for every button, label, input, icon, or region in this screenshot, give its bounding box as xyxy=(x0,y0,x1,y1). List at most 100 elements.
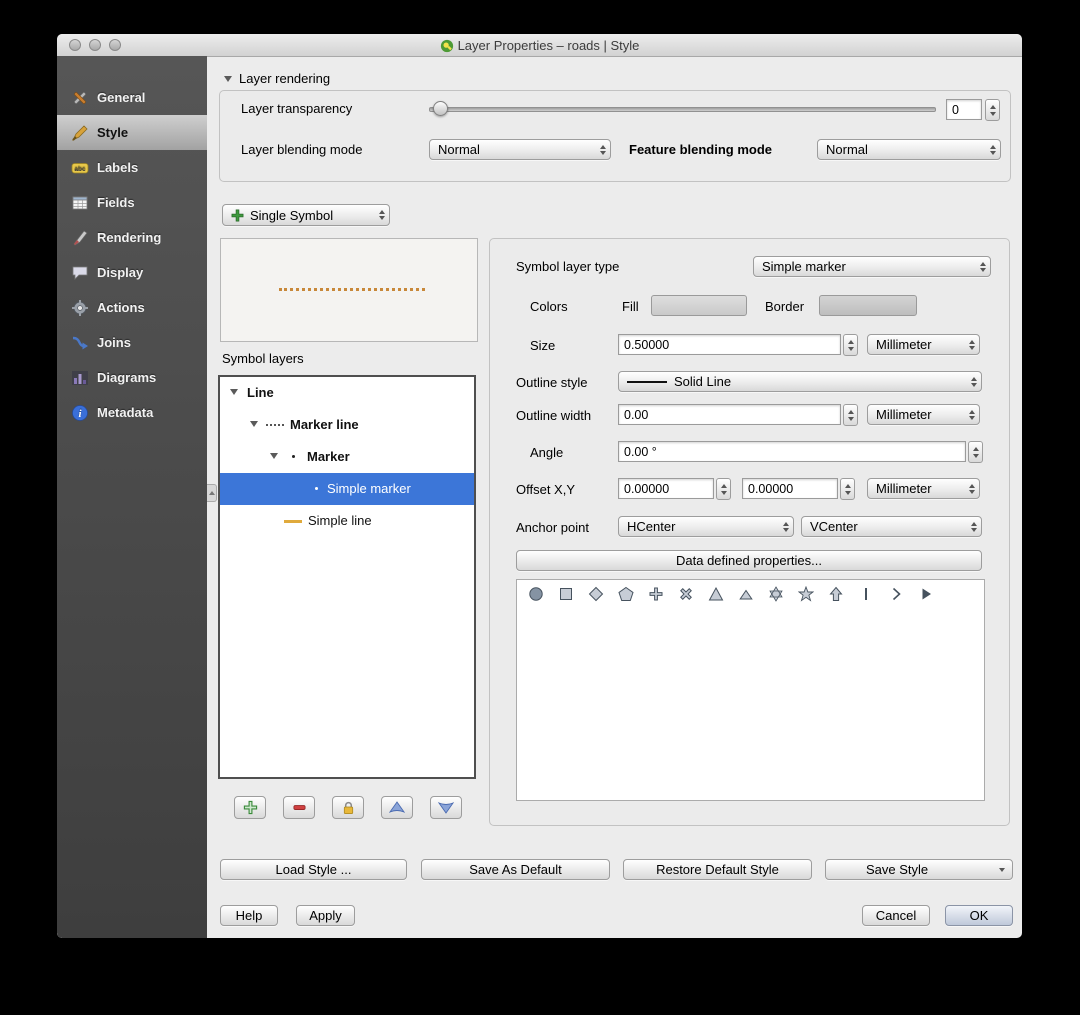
lock-color-button[interactable] xyxy=(332,796,364,819)
ok-button[interactable]: OK xyxy=(945,905,1013,926)
fill-color-swatch[interactable] xyxy=(651,295,747,316)
shape-vertical-line[interactable] xyxy=(857,585,874,602)
border-label: Border xyxy=(765,299,805,314)
symbol-layer-type-dropdown[interactable]: Simple marker xyxy=(753,256,991,277)
tree-disclosure-icon[interactable] xyxy=(230,389,238,395)
symbol-layers-tree: Line Marker line Marker Simple marker Si… xyxy=(218,375,476,779)
layer-blending-dropdown[interactable]: Normal xyxy=(429,139,611,160)
tree-disclosure-icon[interactable] xyxy=(270,453,278,459)
move-down-button[interactable] xyxy=(430,796,462,819)
add-symbol-layer-button[interactable] xyxy=(234,796,266,819)
marker-line-preview xyxy=(279,288,425,291)
offset-unit-dropdown[interactable]: Millimeter xyxy=(867,478,980,499)
solid-line-swatch-icon xyxy=(627,380,667,383)
sidebar-label: Metadata xyxy=(97,405,154,420)
outline-style-value: Solid Line xyxy=(674,374,732,389)
symbol-layer-type-value: Simple marker xyxy=(762,259,846,274)
size-stepper[interactable] xyxy=(843,334,858,356)
tree-item-line[interactable]: Line xyxy=(247,385,274,400)
symbol-layer-properties-group: Symbol layer type Simple marker Colors F… xyxy=(489,238,1010,826)
shape-cross[interactable] xyxy=(647,585,664,602)
angle-input[interactable]: 0.00 ° xyxy=(618,441,966,462)
dropdown-arrows-icon xyxy=(971,376,977,387)
transparency-slider[interactable] xyxy=(429,101,936,116)
cancel-button[interactable]: Cancel xyxy=(862,905,930,926)
move-up-button[interactable] xyxy=(381,796,413,819)
offset-y-stepper[interactable] xyxy=(840,478,855,500)
sidebar-item-fields[interactable]: Fields xyxy=(57,185,207,220)
shape-cross-x[interactable] xyxy=(677,585,694,602)
layer-rendering-header[interactable]: Layer rendering xyxy=(224,71,330,86)
shape-square[interactable] xyxy=(557,585,574,602)
anchor-h-dropdown[interactable]: HCenter xyxy=(618,516,794,537)
sidebar-item-style[interactable]: Style xyxy=(57,115,207,150)
help-button[interactable]: Help xyxy=(220,905,278,926)
sidebar-item-metadata[interactable]: i Metadata xyxy=(57,395,207,430)
apply-button[interactable]: Apply xyxy=(296,905,355,926)
arrow-up-icon xyxy=(389,801,405,813)
panel-collapse-handle[interactable] xyxy=(207,484,217,502)
tree-item-simple-line[interactable]: Simple line xyxy=(308,513,372,528)
tree-item-simple-marker[interactable]: Simple marker xyxy=(327,481,411,496)
sidebar-item-rendering[interactable]: Rendering xyxy=(57,220,207,255)
dropdown-arrows-icon xyxy=(969,339,975,350)
offset-x-stepper[interactable] xyxy=(716,478,731,500)
restore-default-label: Restore Default Style xyxy=(656,862,779,877)
tree-item-marker-line[interactable]: Marker line xyxy=(290,417,359,432)
offset-x-input[interactable]: 0.00000 xyxy=(618,478,714,499)
shape-chevron-right[interactable] xyxy=(887,585,904,602)
stepper-up-icon xyxy=(972,446,979,451)
tree-row[interactable]: Marker line xyxy=(220,409,474,441)
tree-row[interactable]: Line xyxy=(220,377,474,409)
feature-blending-dropdown[interactable]: Normal xyxy=(817,139,1001,160)
load-style-button[interactable]: Load Style ... xyxy=(220,859,407,880)
tree-row-selected[interactable]: Simple marker xyxy=(220,473,474,505)
sidebar-item-labels[interactable]: abc Labels xyxy=(57,150,207,185)
outline-width-stepper[interactable] xyxy=(843,404,858,426)
shape-filled-arrowhead[interactable] xyxy=(917,585,934,602)
border-color-swatch[interactable] xyxy=(819,295,917,316)
tree-item-marker[interactable]: Marker xyxy=(307,449,350,464)
offset-y-input[interactable]: 0.00000 xyxy=(742,478,838,499)
shape-diamond[interactable] xyxy=(587,585,604,602)
shape-regular-star[interactable] xyxy=(797,585,814,602)
symbol-layers-label: Symbol layers xyxy=(222,351,304,366)
outline-style-dropdown[interactable]: Solid Line xyxy=(618,371,982,392)
help-label: Help xyxy=(235,908,263,923)
save-style-button[interactable]: Save Style xyxy=(825,859,1013,880)
angle-stepper[interactable] xyxy=(968,441,983,463)
tree-row[interactable]: Marker xyxy=(220,441,474,473)
save-as-default-button[interactable]: Save As Default xyxy=(421,859,610,880)
tree-row[interactable]: Simple line xyxy=(220,505,474,537)
outline-width-input[interactable]: 0.00 xyxy=(618,404,841,425)
shape-equilateral-triangle[interactable] xyxy=(737,585,754,602)
dropdown-arrows-icon xyxy=(969,483,975,494)
shape-arrow-up[interactable] xyxy=(827,585,844,602)
sidebar-item-actions[interactable]: Actions xyxy=(57,290,207,325)
anchor-v-dropdown[interactable]: VCenter xyxy=(801,516,982,537)
sidebar-label: General xyxy=(97,90,146,105)
data-defined-properties-button[interactable]: Data defined properties... xyxy=(516,550,982,571)
transparency-stepper[interactable] xyxy=(985,99,1000,121)
shape-pentagon[interactable] xyxy=(617,585,634,602)
outline-width-unit-dropdown[interactable]: Millimeter xyxy=(867,404,980,425)
window-title: Layer Properties – roads | Style xyxy=(457,38,640,53)
transparency-value-input[interactable]: 0 xyxy=(946,99,982,120)
slider-thumb[interactable] xyxy=(433,101,448,116)
restore-default-style-button[interactable]: Restore Default Style xyxy=(623,859,812,880)
remove-symbol-layer-button[interactable] xyxy=(283,796,315,819)
sidebar-item-joins[interactable]: Joins xyxy=(57,325,207,360)
ok-label: OK xyxy=(969,908,989,923)
shape-star[interactable] xyxy=(767,585,784,602)
sidebar-item-diagrams[interactable]: Diagrams xyxy=(57,360,207,395)
size-unit-dropdown[interactable]: Millimeter xyxy=(867,334,980,355)
tree-disclosure-icon[interactable] xyxy=(250,421,258,427)
sidebar-item-general[interactable]: General xyxy=(57,80,207,115)
sidebar-item-display[interactable]: Display xyxy=(57,255,207,290)
symbol-type-dropdown[interactable]: Single Symbol xyxy=(222,204,390,226)
symbol-preview xyxy=(220,238,478,342)
size-input[interactable]: 0.50000 xyxy=(618,334,841,355)
shape-triangle[interactable] xyxy=(707,585,724,602)
transparency-label: Layer transparency xyxy=(241,101,353,116)
shape-circle[interactable] xyxy=(527,585,544,602)
